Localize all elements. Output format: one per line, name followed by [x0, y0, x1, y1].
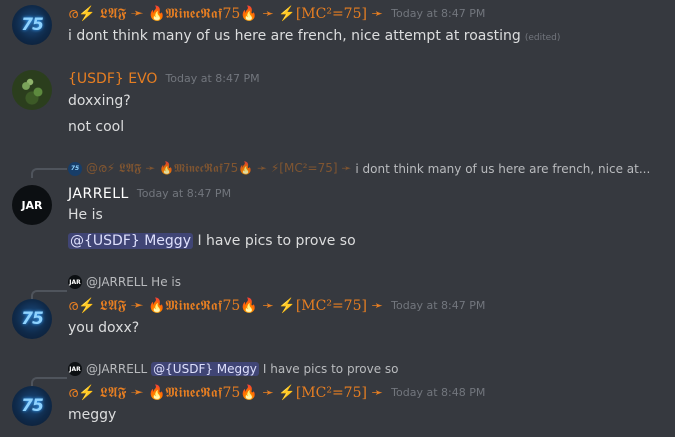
user-mention[interactable]: @{USDF} Meggy: [68, 233, 193, 249]
user-mention[interactable]: @{USDF} Meggy: [151, 362, 259, 376]
message-text: @{USDF} Meggy I have pics to prove so: [68, 233, 356, 249]
message-header: JARRELL Today at 8:47 PM: [68, 186, 231, 202]
timestamp: Today at 8:47 PM: [391, 7, 486, 20]
message-text: He is: [68, 207, 103, 223]
username[interactable]: ര⚡ 𝕷𝕬𝕱 ➛ 🔥𝕸𝖎𝖓𝖊𝖈𝕽𝖆𝖋75🔥 ➛ ⚡[MC²=75] ➛: [68, 6, 383, 22]
avatar[interactable]: 75: [12, 299, 52, 339]
message-header: ര⚡ 𝕷𝕬𝕱 ➛ 🔥𝕸𝖎𝖓𝖊𝖈𝕽𝖆𝖋75🔥 ➛ ⚡[MC²=75] ➛ Today…: [68, 385, 485, 401]
reply-text: I have pics to prove so: [262, 362, 399, 376]
reply-spine: [31, 168, 67, 178]
reply-avatar: JAR: [68, 362, 82, 376]
reply-username[interactable]: @ര⚡ 𝕷𝕬𝕱 ➛ 🔥𝕸𝖎𝖓𝖊𝖈𝕽𝖆𝖋75🔥 ➛ ⚡[MC²=75] ➛: [86, 161, 351, 176]
avatar[interactable]: JAR: [12, 185, 52, 225]
reply-username[interactable]: @JARRELL: [86, 275, 147, 289]
timestamp: Today at 8:47 PM: [136, 187, 232, 200]
avatar[interactable]: [12, 70, 52, 110]
reply-preview[interactable]: JAR @JARRELL @{USDF} Meggy I have pics t…: [68, 362, 398, 376]
message-body: I have pics to prove so: [197, 233, 356, 249]
reply-avatar: 75: [68, 161, 82, 176]
username[interactable]: {USDF} EVO: [68, 71, 157, 87]
message-text: doxxing?: [68, 93, 131, 109]
reply-username[interactable]: @JARRELL: [86, 362, 147, 376]
username[interactable]: ര⚡ 𝕷𝕬𝕱 ➛ 🔥𝕸𝖎𝖓𝖊𝖈𝕽𝖆𝖋75🔥 ➛ ⚡[MC²=75] ➛: [68, 298, 383, 314]
message-text: not cool: [68, 119, 125, 135]
avatar[interactable]: 75: [12, 386, 52, 426]
reply-text: He is: [151, 275, 181, 289]
reply-preview[interactable]: JAR @JARRELL He is: [68, 275, 181, 289]
timestamp: Today at 8:47 PM: [165, 72, 260, 85]
reply-avatar: JAR: [68, 275, 82, 289]
username[interactable]: ര⚡ 𝕷𝕬𝕱 ➛ 🔥𝕸𝖎𝖓𝖊𝖈𝕽𝖆𝖋75🔥 ➛ ⚡[MC²=75] ➛: [68, 385, 383, 401]
edited-label: (edited): [524, 33, 561, 43]
message-body: i dont think many of us here are french,…: [68, 28, 521, 44]
avatar[interactable]: 75: [12, 5, 52, 45]
reply-text: i dont think many of us here are french,…: [355, 161, 651, 176]
message-text: you doxx?: [68, 320, 140, 336]
timestamp: Today at 8:47 PM: [391, 299, 486, 312]
message-header: ര⚡ 𝕷𝕬𝕱 ➛ 🔥𝕸𝖎𝖓𝖊𝖈𝕽𝖆𝖋75🔥 ➛ ⚡[MC²=75] ➛ Today…: [68, 298, 485, 314]
message-header: {USDF} EVO Today at 8:47 PM: [68, 71, 260, 87]
message-text: i dont think many of us here are french,…: [68, 28, 560, 44]
reply-preview[interactable]: 75 @ര⚡ 𝕷𝕬𝕱 ➛ 🔥𝕸𝖎𝖓𝖊𝖈𝕽𝖆𝖋75🔥 ➛ ⚡[MC²=75] ➛ …: [68, 161, 650, 176]
timestamp: Today at 8:48 PM: [391, 386, 486, 399]
username[interactable]: JARRELL: [68, 186, 129, 202]
message-text: meggy: [68, 407, 117, 423]
message-header: ര⚡ 𝕷𝕬𝕱 ➛ 🔥𝕸𝖎𝖓𝖊𝖈𝕽𝖆𝖋75🔥 ➛ ⚡[MC²=75] ➛ Today…: [68, 6, 485, 22]
